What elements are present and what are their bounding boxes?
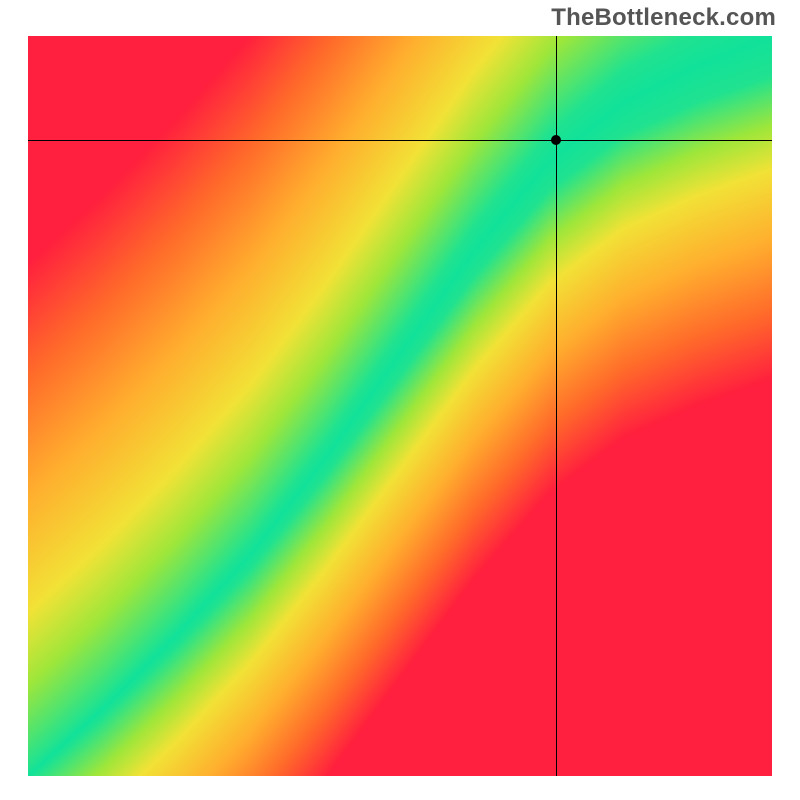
chart-container: TheBottleneck.com [0, 0, 800, 800]
attribution-text: TheBottleneck.com [551, 4, 776, 32]
plot-area [28, 36, 772, 776]
heatmap-canvas [28, 36, 772, 776]
